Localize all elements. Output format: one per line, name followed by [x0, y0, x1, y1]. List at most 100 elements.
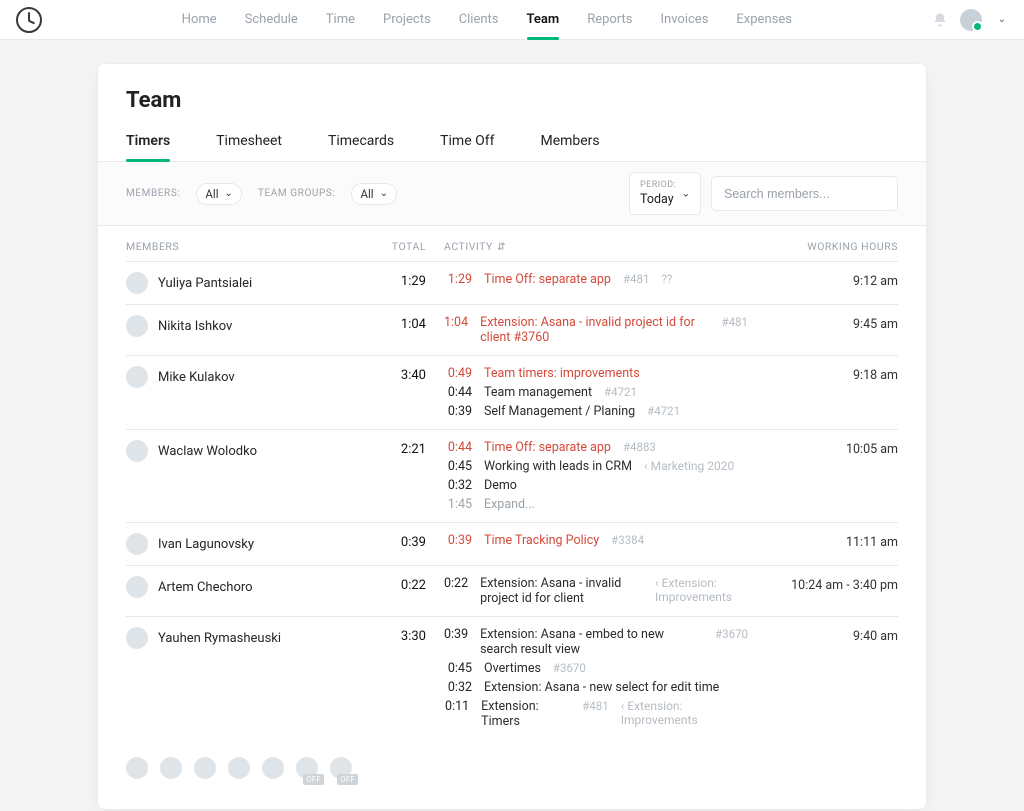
nav-expenses[interactable]: Expenses [736, 0, 792, 39]
nav-invoices[interactable]: Invoices [661, 0, 709, 39]
table-row: Artem Chechoro0:220:22Extension: Asana -… [126, 565, 898, 616]
search-input[interactable] [722, 186, 887, 202]
nav-reports[interactable]: Reports [587, 0, 632, 39]
activity-title: Demo [484, 478, 517, 493]
activity-item[interactable]: 0:44Team management#4721 [444, 385, 748, 400]
activity-item[interactable]: 0:32Demo [444, 478, 748, 493]
activity-item[interactable]: 0:45Overtimes#3670 [444, 661, 748, 676]
activity-breadcrumb: Marketing 2020 [644, 459, 734, 473]
activity-time: 0:44 [444, 385, 472, 400]
tab-time-off[interactable]: Time Off [440, 121, 494, 161]
activity-title: Extension: Asana - new select for edit t… [484, 680, 719, 695]
period-select[interactable]: PERIOD: Today ⌄ [629, 172, 701, 215]
filters-bar: MEMBERS: All ⌄ TEAM GROUPS: All ⌄ PERIOD… [98, 162, 926, 226]
nav-schedule[interactable]: Schedule [245, 0, 298, 39]
activity-title: Self Management / Planing [484, 404, 635, 419]
member-avatar[interactable] [126, 533, 148, 555]
nav-team[interactable]: Team [527, 0, 560, 39]
activity-title: Working with leads in CRM [484, 459, 632, 474]
footer-avatar[interactable] [160, 757, 182, 779]
app-logo-icon [16, 7, 42, 33]
member-name[interactable]: Nikita Ishkov [158, 319, 232, 334]
activity-item[interactable]: 0:45 Working with leads in CRM Marketing 2… [444, 459, 748, 474]
activity-list: 0:49 Team timers: improvements 0:44 Team ma… [426, 366, 748, 419]
activity-tag: #4883 [623, 440, 656, 454]
nav-time[interactable]: Time [326, 0, 355, 39]
member-avatar[interactable] [126, 627, 148, 649]
activity-item[interactable]: 1:04Extension: Asana - invalid project i… [444, 315, 748, 345]
member-name[interactable]: Yuliya Pantsialei [158, 276, 252, 291]
activity-title: Extension: Asana - embed to new search r… [480, 627, 703, 657]
activity-time: 0:11 [444, 699, 469, 714]
col-activity[interactable]: ACTIVITY⇵ [426, 240, 748, 253]
member-avatar[interactable] [126, 440, 148, 462]
member-avatar[interactable] [126, 576, 148, 598]
footer-avatar[interactable] [194, 757, 216, 779]
activity-item[interactable]: 0:39Self Management / Planing#4721 [444, 404, 748, 419]
activity-time: 0:32 [444, 680, 472, 695]
activity-item[interactable]: 1:29Time Off: separate app#481?? [444, 272, 748, 287]
page-wrap: Team TimersTimesheetTimecardsTime OffMem… [0, 40, 1024, 809]
table-row: Ivan Lagunovsky0:390:39Time Tracking Pol… [126, 522, 898, 565]
footer-avatar[interactable]: OFF [296, 757, 318, 779]
search-input-wrap[interactable] [711, 176, 898, 211]
activity-time: 0:22 [444, 576, 468, 591]
table-header: MEMBERS TOTAL ACTIVITY⇵ WORKING HOURS [98, 226, 926, 261]
activity-time: 0:45 [444, 459, 472, 474]
member-total: 3:40 [354, 366, 426, 383]
activity-title: Time Off: separate app [484, 440, 611, 455]
activity-time: 0:39 [444, 404, 472, 419]
member-name[interactable]: Ivan Lagunovsky [158, 537, 254, 552]
filter-teamgroups-chip[interactable]: All ⌄ [351, 183, 397, 205]
footer-avatar[interactable]: OFF [330, 757, 352, 779]
activity-title: Extension: Asana - invalid project id fo… [480, 315, 709, 345]
tab-members[interactable]: Members [540, 121, 599, 161]
activity-item[interactable]: 0:32 Extension: Asana - new select for ed… [444, 680, 748, 695]
member-avatar[interactable] [126, 366, 148, 388]
member-name[interactable]: Waclaw Wolodko [158, 444, 257, 459]
tab-timers[interactable]: Timers [126, 121, 170, 161]
nav-projects[interactable]: Projects [383, 0, 431, 39]
chevron-down-icon: ⌄ [682, 188, 690, 199]
tab-timesheet[interactable]: Timesheet [216, 121, 282, 161]
member-name[interactable]: Artem Chechoro [158, 580, 253, 595]
filter-members-label: MEMBERS: [126, 188, 180, 199]
activity-time: 0:49 [444, 366, 472, 381]
activity-tag: #3670 [715, 627, 748, 641]
activity-list: 0:39Time Tracking Policy#3384 [426, 533, 748, 548]
activity-item[interactable]: 0:11Extension: Timers#481Extension: Impr… [444, 699, 748, 729]
footer-avatar[interactable] [228, 757, 250, 779]
chevron-down-icon: ⌄ [225, 188, 233, 199]
user-avatar[interactable] [960, 9, 982, 31]
nav-clients[interactable]: Clients [459, 0, 499, 39]
activity-item[interactable]: 0:39Extension: Asana - embed to new sear… [444, 627, 748, 657]
member-avatar[interactable] [126, 315, 148, 337]
activity-item[interactable]: 0:22Extension: Asana - invalid project i… [444, 576, 748, 606]
filter-teamgroups-value: All [360, 187, 373, 201]
activity-item[interactable]: 0:44Time Off: separate app#4883 [444, 440, 748, 455]
member-avatar[interactable] [126, 272, 148, 294]
activity-title: Expand... [484, 497, 535, 512]
table-row: Yauhen Rymasheuski3:300:39Extension: Asa… [126, 616, 898, 739]
activity-list: 0:44Time Off: separate app#48830:45Worki… [426, 440, 748, 512]
member-total: 0:22 [354, 576, 426, 593]
activity-expand[interactable]: 1:45Expand... [444, 497, 748, 512]
member-name[interactable]: Mike Kulakov [158, 370, 235, 385]
member-total: 1:04 [354, 315, 426, 332]
filter-members-value: All [205, 187, 218, 201]
nav-home[interactable]: Home [182, 0, 217, 39]
working-hours: 9:12 am [748, 272, 898, 289]
tab-timecards[interactable]: Timecards [328, 121, 394, 161]
activity-title: Team management [484, 385, 592, 400]
member-name[interactable]: Yauhen Rymasheuski [158, 631, 281, 646]
team-card: Team TimersTimesheetTimecardsTime OffMem… [98, 64, 926, 809]
chevron-down-icon[interactable]: ⌄ [998, 14, 1006, 25]
activity-item[interactable]: 0:49 Team timers: improvements [444, 366, 748, 381]
activity-item[interactable]: 0:39Time Tracking Policy#3384 [444, 533, 748, 548]
filter-members-chip[interactable]: All ⌄ [196, 183, 242, 205]
activity-title: Team timers: improvements [484, 366, 640, 381]
footer-avatar[interactable] [126, 757, 148, 779]
footer-avatar[interactable] [262, 757, 284, 779]
activity-list: 0:22Extension: Asana - invalid project i… [426, 576, 748, 606]
notifications-icon[interactable] [932, 12, 948, 28]
